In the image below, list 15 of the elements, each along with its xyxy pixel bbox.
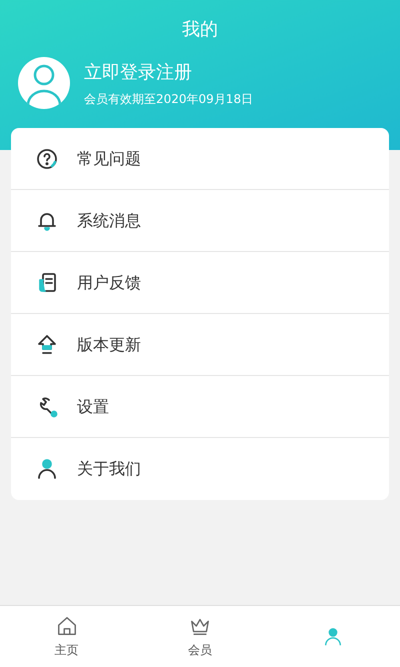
up-arrow-icon (35, 332, 59, 356)
tab[interactable]: 会员 (133, 606, 267, 667)
membership-text: 会员有效期至2020年09月18日 (84, 90, 254, 108)
menu-item[interactable]: 用户反馈 (11, 252, 389, 314)
menu-item[interactable]: 关于我们 (11, 438, 389, 500)
tab[interactable]: 主页 (0, 606, 134, 667)
menu-item[interactable]: 系统消息 (11, 190, 389, 252)
menu-item[interactable]: 版本更新 (11, 314, 389, 376)
menu-item[interactable]: 设置 (11, 376, 389, 438)
person-icon (35, 457, 59, 481)
page-title: 我的 (182, 18, 218, 42)
avatar[interactable] (18, 57, 70, 109)
menu-item[interactable]: 常见问题 (11, 128, 389, 190)
home-icon (56, 614, 78, 636)
help-icon (35, 146, 59, 170)
